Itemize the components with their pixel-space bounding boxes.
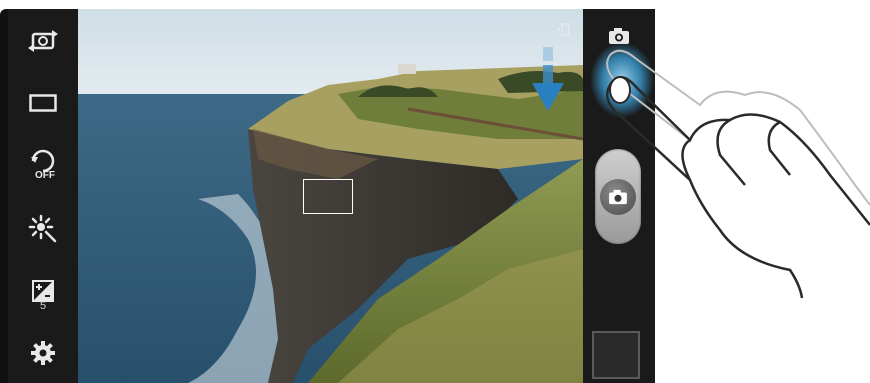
- display-mode-icon: [557, 23, 570, 36]
- switch-camera-button[interactable]: [8, 17, 78, 65]
- drag-down-arrow: [532, 47, 564, 111]
- effects-icon: [28, 214, 57, 243]
- timer-off-icon: OFF: [31, 149, 55, 179]
- camera-icon: [609, 189, 627, 205]
- camera-icon[interactable]: [608, 27, 630, 45]
- settings-button[interactable]: [8, 329, 78, 377]
- shutter-button[interactable]: [600, 179, 636, 215]
- camera-viewfinder[interactable]: [78, 9, 583, 383]
- switch-camera-icon: [28, 30, 58, 52]
- exposure-value: 5: [39, 300, 47, 312]
- recording-mode-button[interactable]: [8, 79, 78, 127]
- right-toolbar: [583, 9, 655, 383]
- left-toolbar: OFF 5: [8, 9, 78, 383]
- frame-icon: [29, 94, 57, 112]
- effects-button[interactable]: [8, 205, 78, 253]
- gear-icon: [31, 341, 55, 365]
- timer-button[interactable]: OFF: [8, 139, 78, 187]
- svg-text:OFF: OFF: [35, 170, 55, 179]
- last-photo-thumbnail[interactable]: [592, 331, 640, 379]
- focus-frame: [303, 179, 353, 214]
